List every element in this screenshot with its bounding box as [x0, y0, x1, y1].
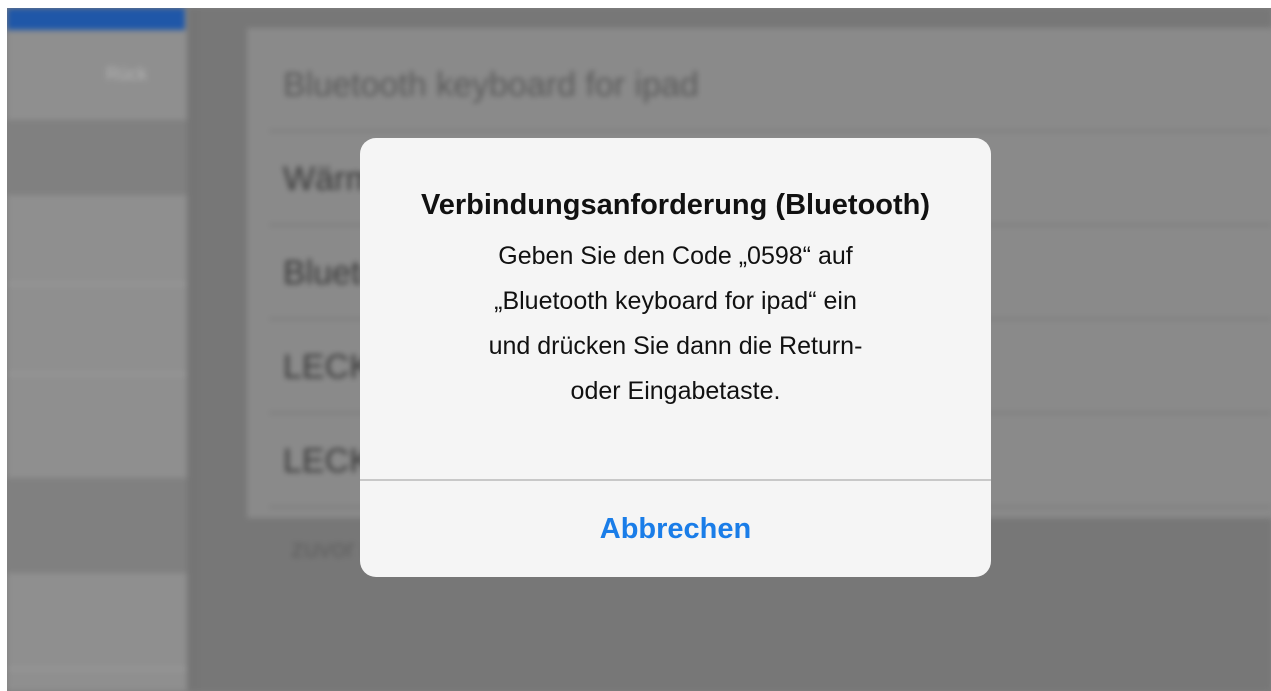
- sidebar: Rück: [7, 8, 187, 691]
- split-divider: [187, 8, 199, 691]
- device-name: Bluetooth keyboard for ipad: [283, 66, 699, 104]
- sidebar-divider: [7, 373, 187, 375]
- sidebar-item: [7, 478, 187, 573]
- sidebar-header-bar: [7, 8, 185, 30]
- sidebar-divider: [7, 283, 187, 285]
- alert-title: Verbindungsanforderung (Bluetooth): [420, 189, 931, 221]
- cancel-button[interactable]: Abbrechen: [360, 481, 991, 577]
- alert-message: Geben Sie den Code „0598“ auf „Bluetooth…: [488, 242, 863, 405]
- ipad-screen: Rück Bluetooth keyboard for ipad Wärmela…: [7, 8, 1271, 691]
- bluetooth-pairing-alert: Verbindungsanforderung (Bluetooth) Geben…: [360, 138, 991, 577]
- alert-content: Verbindungsanforderung (Bluetooth) Geben…: [360, 138, 991, 479]
- back-button: Rück: [105, 64, 147, 84]
- sidebar-divider: [7, 668, 187, 670]
- device-row: Bluetooth keyboard for ipad: [269, 38, 1271, 132]
- sidebar-selected-item: [7, 120, 187, 195]
